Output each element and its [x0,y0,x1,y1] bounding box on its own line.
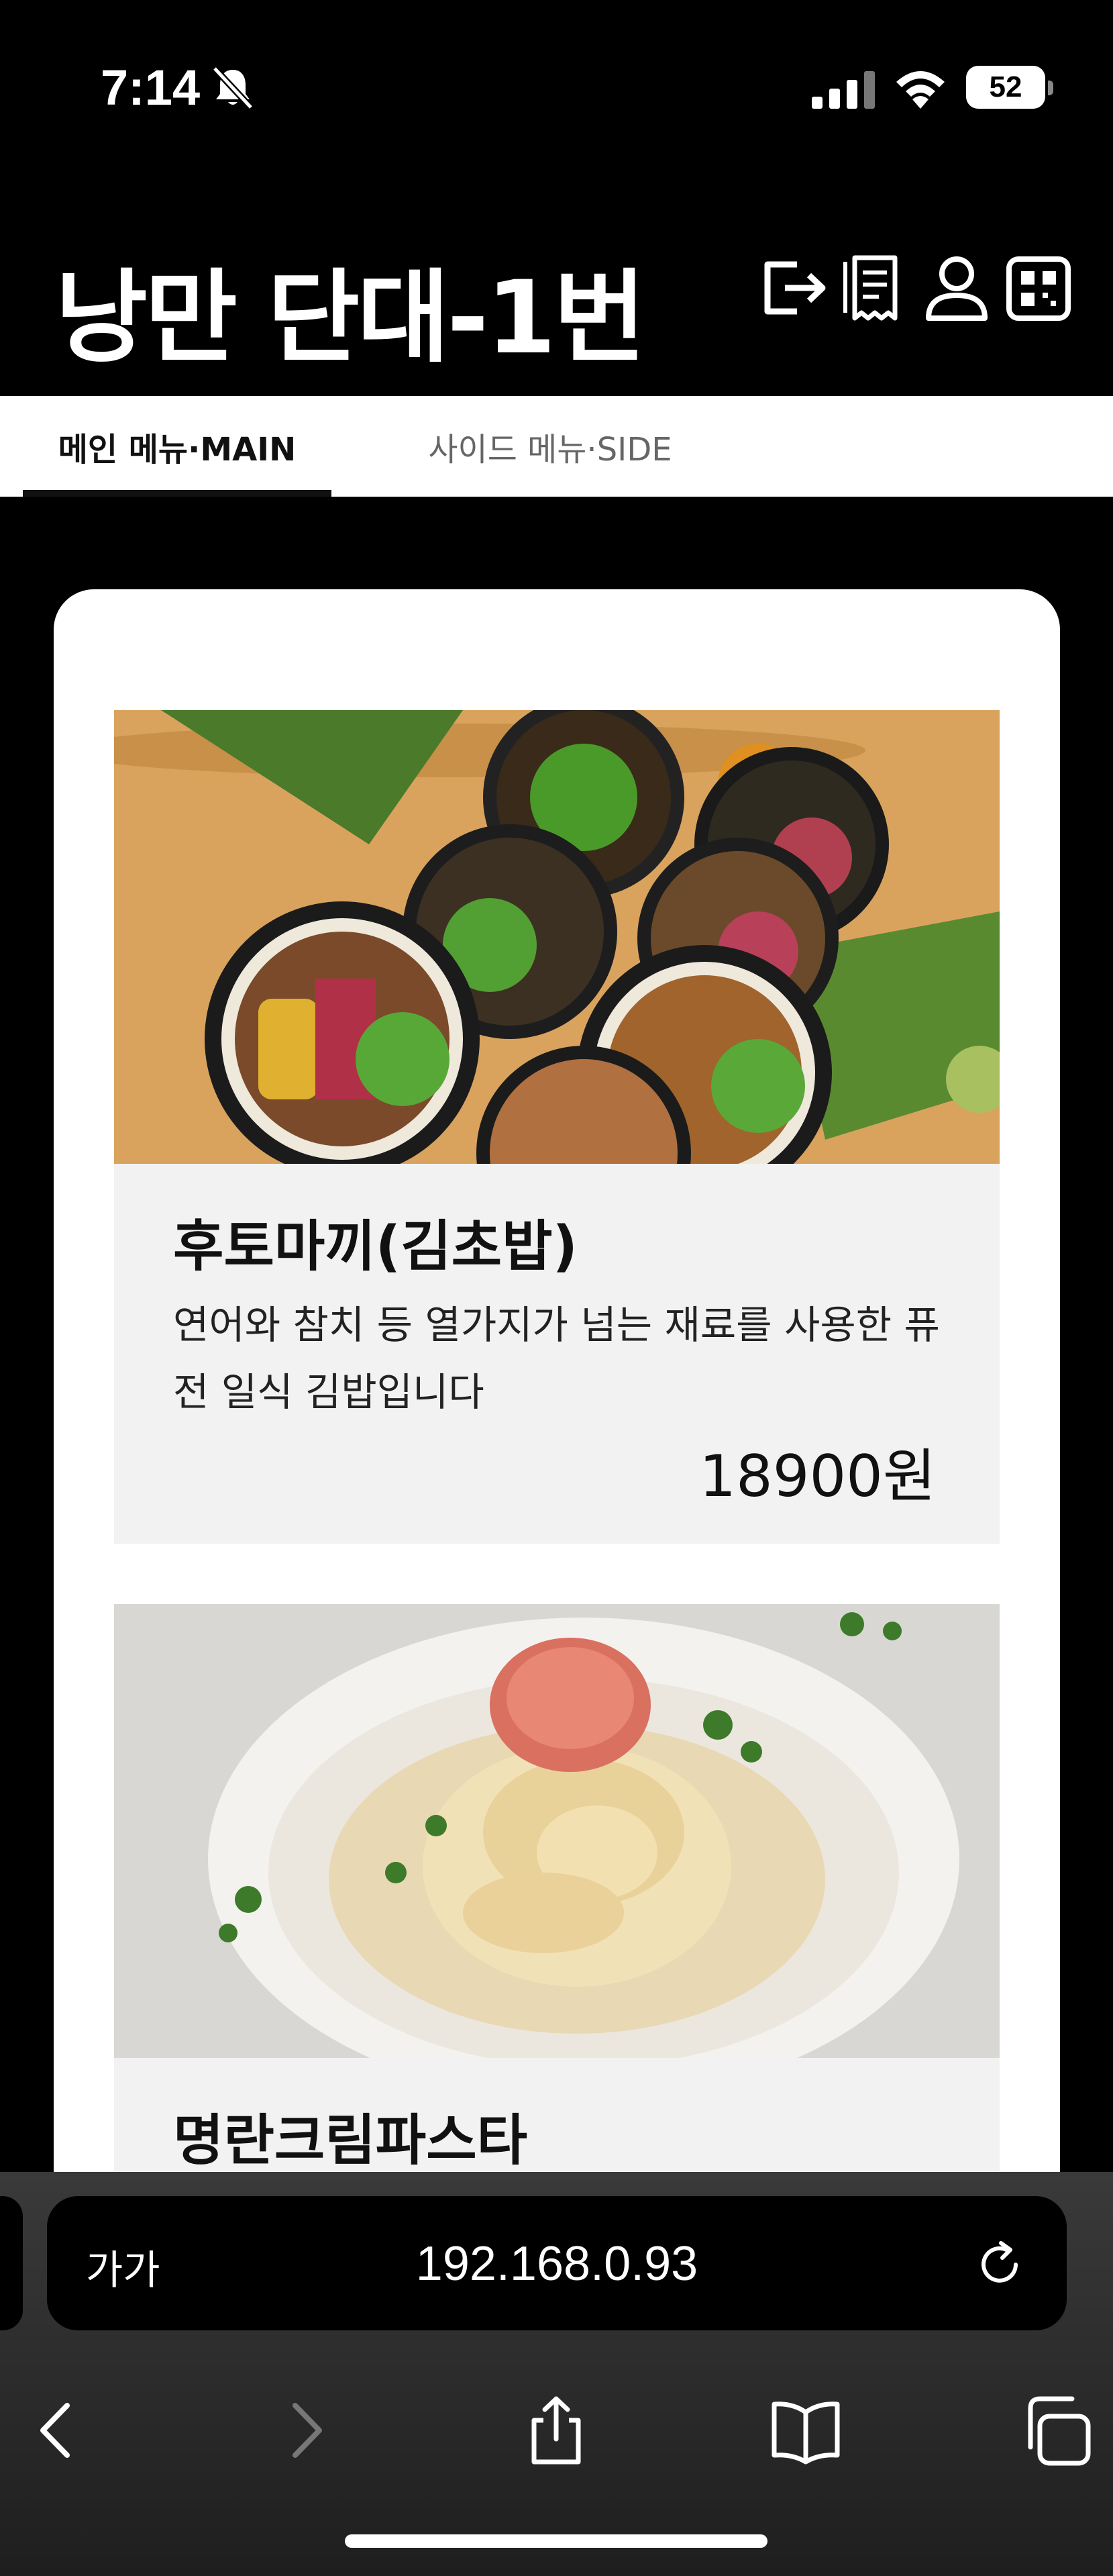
browser-toolbar [0,2367,1113,2501]
battery-level: 52 [966,66,1045,109]
menu-item-price: 18900원 [699,1443,936,1510]
menu-item-info: 후토마끼(김초밥) 연어와 참치 등 열가지가 넘는 재료를 사용한 퓨전 일식… [114,1164,1000,1544]
previous-tab-edge[interactable] [0,2196,23,2330]
back-icon[interactable] [20,2393,94,2467]
tab-main-menu[interactable]: 메인 메뉴·MAIN [23,396,331,497]
menu-item-name: 명란크림파스타 [173,2109,528,2173]
bell-slash-icon [212,66,254,110]
address-bar[interactable]: 가가 192.168.0.93 [47,2196,1067,2330]
menu-card: 후토마끼(김초밥) 연어와 참치 등 열가지가 넘는 재료를 사용한 퓨전 일식… [54,589,1060,2200]
menu-item[interactable]: 명란크림파스타 [114,1604,1000,2200]
logout-icon[interactable] [758,251,828,325]
tab-bar: 메인 메뉴·MAIN 사이드 메뉴·SIDE [0,396,1113,497]
bookmarks-icon[interactable] [769,2393,843,2467]
browser-bottom-bar: 가가 192.168.0.93 [0,2172,1113,2576]
cellular-signal-icon [812,71,875,109]
receipt-icon[interactable] [840,251,910,325]
menu-item-description: 연어와 참치 등 열가지가 넘는 재료를 사용한 퓨전 일식 김밥입니다 [173,1302,940,1415]
status-bar: 7:14 52 [0,0,1113,175]
tabs-icon[interactable] [1020,2393,1094,2467]
mentaiko-cream-pasta-photo [114,1604,1000,2058]
tab-side-menu[interactable]: 사이드 메뉴·SIDE [396,396,704,497]
qr-code-icon[interactable] [1004,251,1073,325]
app-header: 낭만 단대-1번 [0,201,1113,396]
menu-item[interactable]: 후토마끼(김초밥) 연어와 참치 등 열가지가 넘는 재료를 사용한 퓨전 일식… [114,710,1000,1544]
battery-icon: 52 [966,66,1053,109]
wifi-icon [896,71,945,109]
status-time: 7:14 [101,60,201,115]
forward-icon[interactable] [268,2393,342,2467]
url-text[interactable]: 192.168.0.93 [47,2236,1067,2291]
home-indicator [345,2534,767,2548]
user-icon[interactable] [922,251,992,325]
battery-cap [1048,81,1053,95]
futomaki-photo [114,710,1000,1164]
share-icon[interactable] [519,2393,593,2467]
menu-item-name: 후토마끼(김초밥) [173,1215,578,1279]
page-title: 낭만 단대-1번 [55,260,646,377]
header-actions [758,251,1073,325]
reload-icon[interactable] [973,2238,1026,2291]
